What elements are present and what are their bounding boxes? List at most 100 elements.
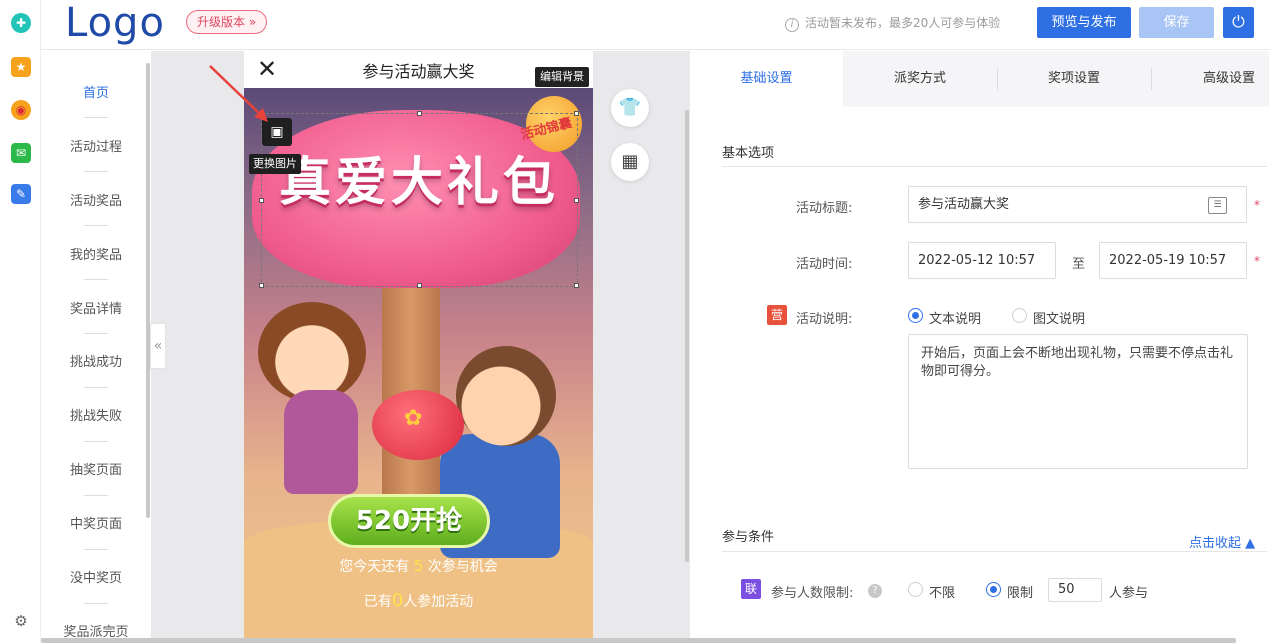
canvas-scrollbar[interactable] <box>685 110 689 562</box>
unlimited-radio[interactable] <box>908 582 923 597</box>
pointer-arrow-icon <box>209 65 268 122</box>
settings-icon[interactable]: ⚙ <box>12 612 30 630</box>
text-format-icon[interactable]: ☰ <box>1208 197 1227 214</box>
resize-handle[interactable] <box>417 283 422 288</box>
required-mark: * <box>1254 254 1260 268</box>
app-rail: ✚ ★ ◉ ✉ ✎ ⚙ <box>0 0 41 643</box>
tab-prizes[interactable]: 奖项设置 <box>997 51 1151 107</box>
section-divider <box>722 551 1267 552</box>
nav-item-win[interactable]: 中奖页面 <box>41 513 151 532</box>
joined-suffix: 人参加活动 <box>403 594 474 610</box>
unlimited-option[interactable]: 不限 <box>929 582 955 601</box>
tab-basic[interactable]: 基础设置 <box>690 51 843 107</box>
nav-divider <box>84 117 108 118</box>
title-input[interactable]: 参与活动赢大奖 ☰ <box>908 186 1247 223</box>
nav-item-my-prizes[interactable]: 我的奖品 <box>41 244 151 263</box>
start-time-input[interactable]: 2022-05-12 10:57 <box>908 242 1056 279</box>
nav-divider <box>84 279 108 280</box>
help-icon[interactable]: ? <box>868 584 882 598</box>
selection-box[interactable] <box>259 111 579 288</box>
nav-scrollbar[interactable] <box>146 63 150 518</box>
mail-icon[interactable]: ✉ <box>11 143 31 163</box>
bow-icon: ✿ <box>404 406 423 431</box>
notice-text: 活动暂未发布，最多20人可参与体验 <box>805 16 1001 30</box>
top-bar: Logo 升级版本 » i 活动暂未发布，最多20人可参与体验 预览与发布 保存 … <box>41 0 1269 50</box>
nav-divider <box>84 333 108 334</box>
nav-divider <box>84 549 108 550</box>
remaining-chances: 您今天还有 5 次参与机会 <box>244 556 593 576</box>
time-separator: 至 <box>1072 257 1086 272</box>
upgrade-button[interactable]: 升级版本 » <box>186 10 268 34</box>
resize-handle[interactable] <box>259 198 264 203</box>
girl-illustration <box>258 302 366 402</box>
desc-image-radio[interactable] <box>1012 308 1027 323</box>
resize-handle[interactable] <box>259 283 264 288</box>
nav-divider <box>84 387 108 388</box>
nav-item-success[interactable]: 挑战成功 <box>41 351 151 370</box>
tab-distribution[interactable]: 派奖方式 <box>843 51 997 107</box>
logo: Logo <box>65 0 165 46</box>
nav-divider <box>84 171 108 172</box>
nav-item-lose[interactable]: 没中奖页 <box>41 567 151 586</box>
resize-handle[interactable] <box>574 283 579 288</box>
preview-publish-button[interactable]: 预览与发布 <box>1037 7 1131 38</box>
joined-prefix: 已有 <box>363 594 392 610</box>
nav-item-fail[interactable]: 挑战失败 <box>41 405 151 424</box>
document-icon[interactable]: ✎ <box>11 184 31 204</box>
collapse-link[interactable]: 点击收起 ▲ <box>1189 532 1255 551</box>
section-divider <box>722 166 1267 167</box>
limit-unit: 人参与 <box>1109 586 1149 601</box>
link-badge: 联 <box>741 579 761 599</box>
horizontal-scrollbar[interactable] <box>41 638 1236 643</box>
title-label: 活动标题: <box>796 201 853 216</box>
limited-option[interactable]: 限制 <box>1007 582 1033 601</box>
page-nav: 首页 活动过程 活动奖品 我的奖品 奖品详情 挑战成功 挑战失败 抽奖页面 中奖… <box>41 51 151 643</box>
nav-item-home[interactable]: 首页 <box>41 82 151 101</box>
desc-image-option[interactable]: 图文说明 <box>1033 308 1085 327</box>
star-icon[interactable]: ★ <box>11 57 31 77</box>
nav-item-draw[interactable]: 抽奖页面 <box>41 459 151 478</box>
info-icon: i <box>785 18 799 32</box>
power-icon[interactable]: ⏻ <box>1223 7 1254 38</box>
nav-item-prize-detail[interactable]: 奖品详情 <box>41 298 151 317</box>
joined-number: 0 <box>391 590 404 611</box>
remain-prefix: 您今天还有 <box>339 559 410 575</box>
plus-icon[interactable]: ✚ <box>11 13 31 33</box>
settings-panel: 基础设置 派奖方式 奖项设置 高级设置 基本选项 活动标题: 参与活动赢大奖 ☰… <box>690 51 1269 643</box>
weibo-icon[interactable]: ◉ <box>11 100 31 120</box>
start-button[interactable]: 520开抢 <box>328 494 490 548</box>
remain-suffix: 次参与机会 <box>427 559 498 575</box>
limit-label: 参与人数限制: <box>771 586 854 601</box>
end-time-input[interactable]: 2022-05-19 10:57 <box>1099 242 1247 279</box>
edit-background-button[interactable]: 编辑背景 <box>535 67 589 87</box>
nav-divider <box>84 225 108 226</box>
limited-radio[interactable] <box>986 582 1001 597</box>
grid-icon[interactable]: ▦ <box>611 143 649 181</box>
swap-image-tooltip: 更换图片 <box>249 154 301 174</box>
desc-textarea[interactable]: 开始后，页面上会不断地出现礼物，只需要不停点击礼物即可得分。 <box>908 334 1248 469</box>
nav-item-process[interactable]: 活动过程 <box>41 136 151 155</box>
marketing-badge: 营 <box>767 305 787 325</box>
resize-handle[interactable] <box>574 111 579 116</box>
basic-section-title: 基本选项 <box>722 146 775 161</box>
collapse-nav-button[interactable]: « <box>150 323 166 369</box>
nav-item-prizes[interactable]: 活动奖品 <box>41 190 151 209</box>
title-value: 参与活动赢大奖 <box>918 197 1010 212</box>
settings-tabs: 基础设置 派奖方式 奖项设置 高级设置 <box>690 51 1269 107</box>
tab-advanced[interactable]: 高级设置 <box>1151 51 1269 107</box>
nav-divider <box>84 495 108 496</box>
desc-text-radio[interactable] <box>908 308 923 323</box>
time-label: 活动时间: <box>796 257 853 272</box>
save-button[interactable]: 保存 <box>1139 7 1214 38</box>
shirt-icon[interactable]: 👕 <box>611 89 649 127</box>
conditions-section-title: 参与条件 <box>722 530 775 545</box>
desc-text-option[interactable]: 文本说明 <box>929 308 981 327</box>
resize-handle[interactable] <box>574 198 579 203</box>
girl-body <box>284 390 358 494</box>
desc-label: 活动说明: <box>796 312 853 327</box>
limit-input[interactable]: 50 <box>1048 578 1102 602</box>
publish-notice: i 活动暂未发布，最多20人可参与体验 <box>785 14 1000 32</box>
remain-count: 5 <box>413 557 424 575</box>
resize-handle[interactable] <box>417 111 422 116</box>
nav-divider <box>84 603 108 604</box>
